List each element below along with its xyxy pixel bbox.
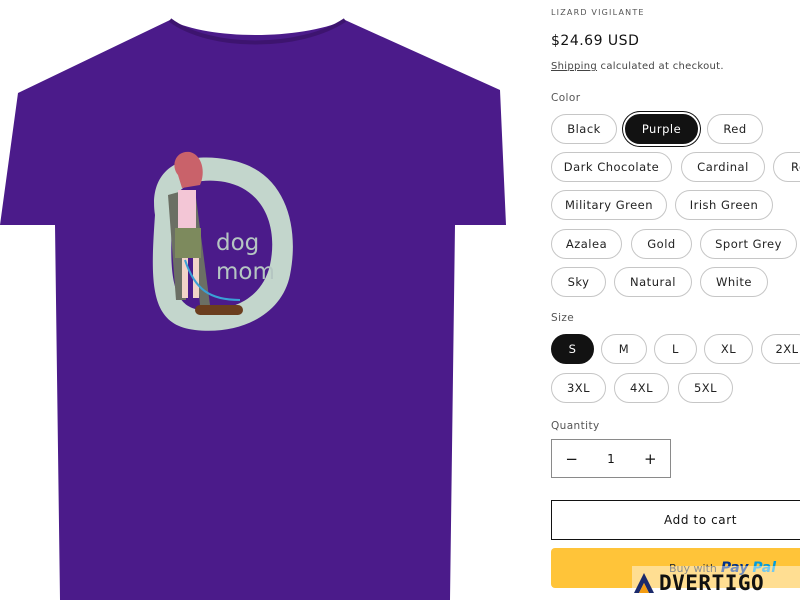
product-vendor: LIZARD VIGILANTE: [551, 8, 645, 17]
quantity-label: Quantity: [551, 420, 600, 432]
color-option-truncated[interactable]: Re: [773, 152, 800, 182]
size-option-2xl[interactable]: 2XL: [761, 334, 800, 364]
product-image[interactable]: dog mom: [0, 0, 520, 600]
color-option-cardinal[interactable]: Cardinal: [681, 152, 765, 182]
tshirt-image: dog mom: [0, 18, 506, 600]
quantity-decrease-button[interactable]: −: [552, 450, 591, 468]
advertigo-logo-icon: [634, 573, 654, 593]
size-option-4xl[interactable]: 4XL: [614, 373, 669, 403]
color-option-red[interactable]: Red: [707, 114, 763, 144]
product-info: LIZARD VIGILANTE $24.69 USD Shipping cal…: [551, 0, 800, 600]
color-option-natural[interactable]: Natural: [614, 267, 692, 297]
color-option-black[interactable]: Black: [551, 114, 617, 144]
color-option-gold[interactable]: Gold: [631, 229, 692, 259]
shirt-text-dog: dog: [216, 230, 259, 256]
quantity-increase-button[interactable]: +: [631, 450, 670, 468]
shipping-text: calculated at checkout.: [600, 61, 724, 72]
size-option-l[interactable]: L: [654, 334, 697, 364]
color-option-dark-chocolate[interactable]: Dark Chocolate: [551, 152, 672, 182]
color-option-azalea[interactable]: Azalea: [551, 229, 622, 259]
product-price: $24.69 USD: [551, 33, 640, 49]
color-option-purple[interactable]: Purple: [625, 114, 698, 144]
color-option-white[interactable]: White: [700, 267, 768, 297]
size-option-5xl[interactable]: 5XL: [678, 373, 733, 403]
add-to-cart-button[interactable]: Add to cart: [551, 500, 800, 540]
quantity-stepper: − 1 +: [551, 439, 671, 478]
color-option-irish-green[interactable]: Irish Green: [675, 190, 773, 220]
color-option-sport-grey[interactable]: Sport Grey: [700, 229, 797, 259]
advertigo-watermark: DVERTIGO: [632, 566, 800, 600]
shipping-note: Shipping calculated at checkout.: [551, 61, 724, 72]
size-label: Size: [551, 312, 575, 324]
size-option-m[interactable]: M: [601, 334, 647, 364]
size-option-s[interactable]: S: [551, 334, 594, 364]
color-option-sky[interactable]: Sky: [551, 267, 606, 297]
size-option-xl[interactable]: XL: [704, 334, 753, 364]
color-label: Color: [551, 92, 581, 104]
quantity-input[interactable]: 1: [591, 452, 630, 466]
shirt-text-mom: mom: [216, 259, 275, 285]
size-option-3xl[interactable]: 3XL: [551, 373, 606, 403]
color-option-military-green[interactable]: Military Green: [551, 190, 667, 220]
shipping-link[interactable]: Shipping: [551, 61, 597, 72]
watermark-text: DVERTIGO: [659, 571, 765, 595]
